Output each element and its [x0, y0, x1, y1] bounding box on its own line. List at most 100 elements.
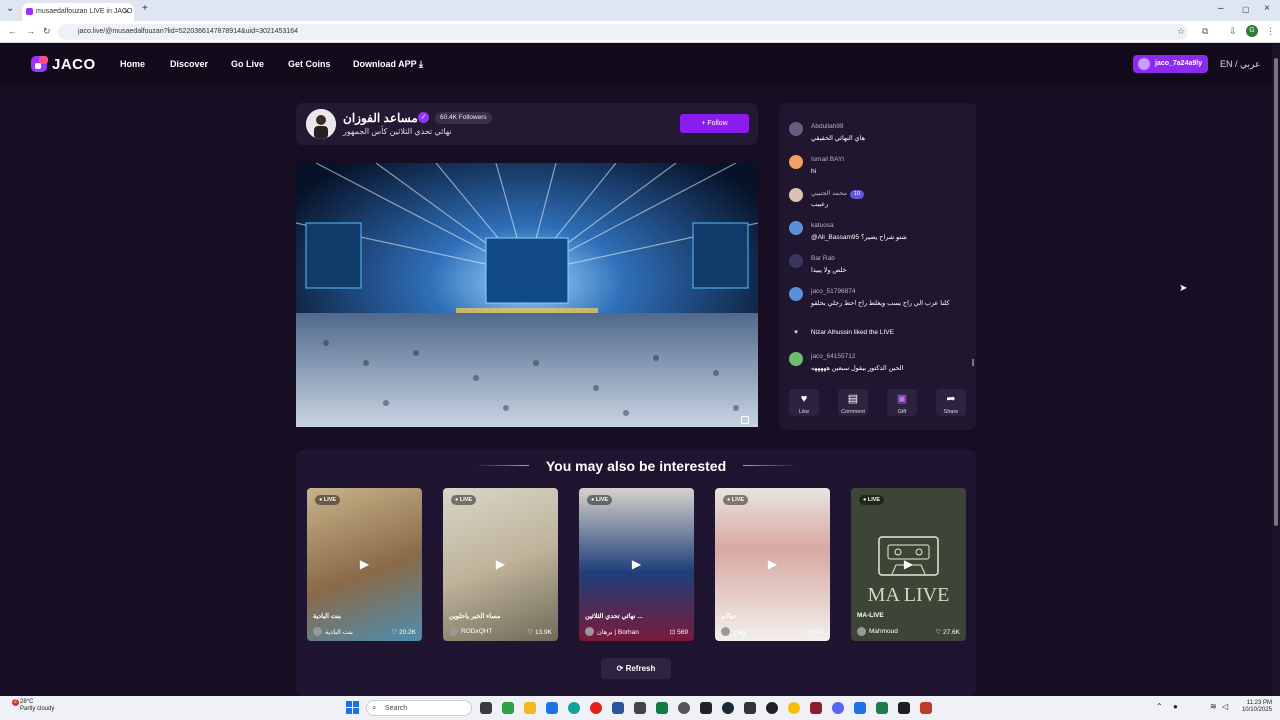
- live-video-player[interactable]: [296, 163, 758, 427]
- minimize-icon[interactable]: –: [1218, 3, 1224, 14]
- live-badge: ● LIVE: [315, 495, 341, 505]
- card-username: وهاج: [733, 629, 746, 636]
- bookmark-star-icon[interactable]: ☆: [1177, 26, 1185, 37]
- play-icon: ▶: [631, 557, 642, 571]
- tab-search-icon[interactable]: ⌄: [6, 3, 14, 14]
- widgets-icon[interactable]: [502, 702, 514, 714]
- logo-text[interactable]: JACO: [52, 56, 96, 73]
- app4-icon[interactable]: [876, 702, 888, 714]
- nav-home[interactable]: Home: [120, 59, 145, 69]
- chat-username[interactable]: jaco_64155712: [811, 353, 855, 360]
- live-badge-text: LIVE: [323, 497, 337, 503]
- back-icon[interactable]: ←: [8, 26, 17, 36]
- like-button[interactable]: ♥ Like: [788, 389, 820, 417]
- volume-icon[interactable]: ◁: [1222, 702, 1228, 711]
- new-tab-icon[interactable]: +: [142, 3, 148, 14]
- excel-icon[interactable]: [656, 702, 668, 714]
- app2-icon[interactable]: [810, 702, 822, 714]
- download-icon: ⤓: [419, 59, 424, 69]
- reload-icon[interactable]: ↻: [43, 26, 51, 37]
- language-switch[interactable]: EN / عربي: [1220, 59, 1260, 70]
- play-icon: ▶: [903, 557, 914, 571]
- chat-username[interactable]: katuosa: [811, 222, 834, 229]
- taskbar-clock[interactable]: 11:23 PM 10/10/2025: [1236, 700, 1272, 714]
- downloads-icon[interactable]: ⇩: [1229, 26, 1237, 37]
- live-card[interactable]: ● LIVE ▶ بنت البادية بنت البادية ♡ 20.2K: [307, 488, 422, 641]
- nav-get-coins[interactable]: Get Coins: [288, 59, 331, 69]
- recommendations-title: You may also be interested: [545, 458, 727, 474]
- terminal-icon[interactable]: [898, 702, 910, 714]
- microphone-icon[interactable]: ●: [1173, 702, 1178, 711]
- capcut-icon[interactable]: [700, 702, 712, 714]
- live-badge-text: LIVE: [867, 497, 881, 503]
- chat-username[interactable]: Bar Rab: [811, 255, 835, 262]
- card-username: برهان | Borhan: [597, 629, 639, 636]
- opera-icon[interactable]: [590, 702, 602, 714]
- comment-button[interactable]: ▤ Comment: [837, 389, 869, 417]
- start-windows-icon[interactable]: [346, 701, 359, 714]
- nav-go-live[interactable]: Go Live: [231, 59, 264, 69]
- close-window-icon[interactable]: ×: [1264, 3, 1270, 14]
- page-scrollbar[interactable]: [1272, 44, 1280, 696]
- close-tab-icon[interactable]: ×: [124, 6, 129, 16]
- card-user-avatar: [585, 627, 594, 636]
- browser-tab[interactable]: musaedalfouzan LIVE in JACO ×: [22, 3, 134, 21]
- app5-icon[interactable]: [920, 702, 932, 714]
- forward-icon[interactable]: →: [26, 26, 35, 36]
- play-icon: ▶: [359, 557, 370, 571]
- app-icon[interactable]: [634, 702, 646, 714]
- gift-label: Gift: [897, 409, 907, 415]
- chat-username[interactable]: Ismail BAYI: [811, 156, 844, 163]
- follow-button[interactable]: + Follow: [680, 114, 749, 133]
- live-card[interactable]: ● LIVE ▶ مساء الخير ياحلوين RODxQHT ♡ 13…: [443, 488, 558, 641]
- card-user-avatar: [313, 627, 322, 636]
- top-nav: JACO Home Discover Go Live Get Coins Dow…: [0, 44, 1272, 84]
- chat-scrollbar[interactable]: [972, 359, 974, 366]
- task-view-icon[interactable]: [480, 702, 492, 714]
- jaco-logo-icon[interactable]: [30, 54, 50, 74]
- chat-username[interactable]: Abdullah99: [811, 123, 844, 130]
- edge-icon[interactable]: [568, 702, 580, 714]
- wifi-icon[interactable]: ≋: [1210, 702, 1217, 711]
- store-icon[interactable]: [546, 702, 558, 714]
- streamer-avatar[interactable]: [306, 109, 336, 139]
- nav-download-app[interactable]: Download APP ⤓: [353, 59, 423, 70]
- chrome-icon[interactable]: [788, 702, 800, 714]
- github-icon[interactable]: [766, 702, 778, 714]
- live-card[interactable]: ● LIVE ▶ MA LIVE MA-LIVE Mahmoud ♡ 27.6K: [851, 488, 966, 641]
- profile-avatar[interactable]: G: [1246, 25, 1258, 37]
- epic-games-icon[interactable]: [744, 702, 756, 714]
- scrollbar-thumb[interactable]: [1274, 58, 1278, 526]
- file-explorer-icon[interactable]: [524, 702, 536, 714]
- word-icon[interactable]: [612, 702, 624, 714]
- discord-icon[interactable]: [832, 702, 844, 714]
- url-field[interactable]: jaco.live/@musaedalfouzan?lid=5220366147…: [58, 24, 1188, 40]
- streamer-name[interactable]: مساعد الفوزان: [343, 111, 418, 125]
- extensions-icon[interactable]: ⧉: [1202, 26, 1208, 37]
- chat-username[interactable]: محمد الجنيبي 10: [811, 189, 865, 199]
- viewer-icon: ♡: [527, 629, 535, 636]
- live-card[interactable]: ● LIVE ▶ نهائي تحدي الثلاثين ... برهان |…: [579, 488, 694, 641]
- chat-username[interactable]: jaco_51796874: [811, 288, 855, 295]
- nav-discover[interactable]: Discover: [170, 59, 208, 69]
- browser-menu-icon[interactable]: ⋮: [1266, 26, 1275, 37]
- settings-icon[interactable]: [678, 702, 690, 714]
- address-bar-row: ← → ↻ jaco.live/@musaedalfouzan?lid=5220…: [0, 21, 1280, 43]
- tab-title: musaedalfouzan LIVE in JACO: [36, 8, 133, 15]
- chat-avatar: [789, 221, 803, 235]
- refresh-label: Refresh: [625, 664, 656, 673]
- chat-avatar: [789, 155, 803, 169]
- live-card[interactable]: ● LIVE ▶ حياكم وهاج ⊡ 574: [715, 488, 830, 641]
- fullscreen-icon[interactable]: [741, 416, 749, 424]
- weather-desc: Partly cloudy: [20, 706, 55, 712]
- share-button[interactable]: ➦ Share: [935, 389, 967, 417]
- app3-icon[interactable]: [854, 702, 866, 714]
- maximize-icon[interactable]: ▢: [1242, 5, 1250, 14]
- steam-icon[interactable]: [722, 702, 734, 714]
- refresh-button[interactable]: ⟳ Refresh: [601, 658, 671, 679]
- weather-widget[interactable]: 28°C Partly cloudy: [20, 699, 54, 713]
- taskbar-search[interactable]: ⌕ Search: [366, 700, 472, 716]
- user-account-button[interactable]: jaco_7a24a9ly: [1133, 55, 1208, 73]
- tray-chevron-icon[interactable]: ⌃: [1156, 702, 1163, 711]
- gift-button[interactable]: ▣ Gift: [886, 389, 918, 417]
